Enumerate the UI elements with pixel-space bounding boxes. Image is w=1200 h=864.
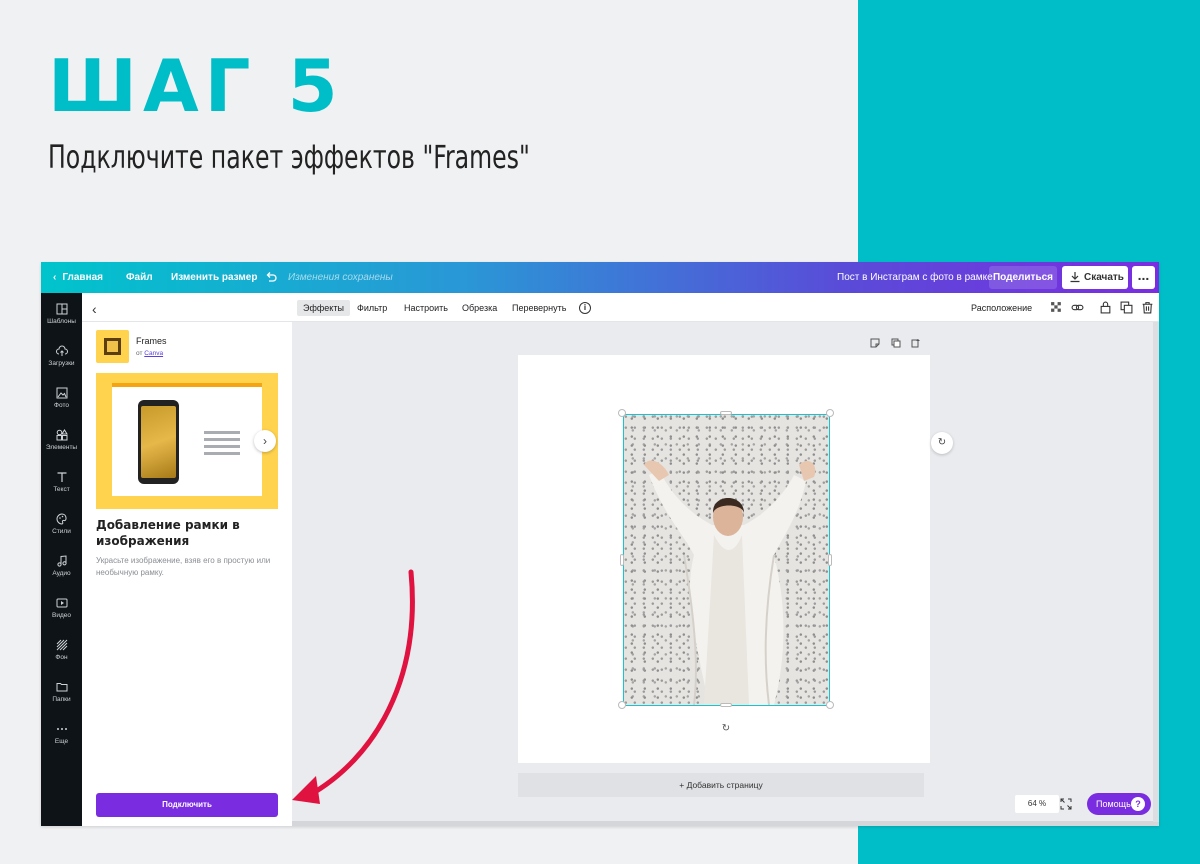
resize-handle-tl[interactable] xyxy=(618,409,626,417)
app-details-panel: ‹ Frames от Canva › Добавление рамки в и… xyxy=(82,293,292,826)
help-button[interactable]: Помощь ? xyxy=(1087,793,1151,815)
fullscreen-icon[interactable] xyxy=(1060,798,1072,810)
download-button[interactable]: Скачать xyxy=(1062,266,1128,289)
step-subtitle: Подключите пакет эффектов "Frames" xyxy=(48,138,530,176)
vertical-scrollbar[interactable] xyxy=(1153,322,1159,822)
phone-mockup xyxy=(138,400,179,484)
more-dots-icon xyxy=(56,728,67,730)
top-bar: ‹ Главная Файл Изменить размер Изменения … xyxy=(41,262,1159,293)
position-button[interactable]: Расположение xyxy=(971,300,1032,316)
question-icon: ? xyxy=(1131,797,1145,811)
panel-divider xyxy=(82,321,292,322)
background-pattern-icon xyxy=(56,639,67,651)
left-sidebar: Шаблоны Загрузки Фото Элементы Текст Сти… xyxy=(41,293,82,826)
step-title: ШАГ 5 xyxy=(48,44,344,128)
tab-effects[interactable]: Эффекты xyxy=(297,300,350,316)
tab-filter[interactable]: Фильтр xyxy=(357,300,387,316)
add-page-icon[interactable] xyxy=(911,338,921,348)
sidebar-item-photos[interactable]: Фото xyxy=(41,387,82,427)
image-toolbar: Эффекты Фильтр Настроить Обрезка Перевер… xyxy=(292,293,1159,322)
duplicate-page-icon[interactable] xyxy=(891,338,901,348)
sidebar-item-more[interactable]: Еще xyxy=(41,723,82,763)
resize-handle-bl[interactable] xyxy=(618,701,626,709)
app-preview-carousel: › xyxy=(96,373,278,509)
info-icon[interactable]: i xyxy=(579,302,591,314)
canva-editor-window: ‹ Главная Файл Изменить размер Изменения … xyxy=(41,262,1159,826)
sidebar-item-audio[interactable]: Аудио xyxy=(41,555,82,595)
back-chevron-icon[interactable]: ‹ xyxy=(92,301,97,317)
horizontal-scrollbar[interactable] xyxy=(292,821,1159,826)
zoom-level[interactable]: 64 % xyxy=(1015,795,1059,813)
add-page-button[interactable]: + Добавить страницу xyxy=(518,773,924,797)
resize-handle-top[interactable] xyxy=(720,411,732,415)
resize-menu[interactable]: Изменить размер xyxy=(171,262,257,293)
sidebar-item-styles[interactable]: Стили xyxy=(41,513,82,553)
chevron-left-icon: ‹ xyxy=(53,272,57,283)
resize-handle-bottom[interactable] xyxy=(720,703,732,707)
transparency-icon[interactable] xyxy=(1050,301,1063,314)
app-description: Украсьте изображение, взяв его в простую… xyxy=(96,556,271,577)
sidebar-item-folders[interactable]: Папки xyxy=(41,681,82,721)
page-notes-icon[interactable] xyxy=(870,338,880,348)
sidebar-item-background[interactable]: Фон xyxy=(41,639,82,679)
lock-icon[interactable] xyxy=(1099,301,1112,314)
preview-card xyxy=(112,386,262,496)
connect-button[interactable]: Подключить xyxy=(96,793,278,817)
save-status: Изменения сохранены xyxy=(288,272,393,283)
frames-app-icon xyxy=(96,330,129,363)
selected-photo[interactable] xyxy=(623,414,830,706)
red-pointer-arrow xyxy=(292,569,415,804)
shapes-icon xyxy=(56,429,68,441)
tab-flip[interactable]: Перевернуть xyxy=(512,300,566,316)
duplicate-icon[interactable] xyxy=(1120,301,1133,314)
link-icon[interactable] xyxy=(1071,301,1084,314)
sidebar-item-text[interactable]: Текст xyxy=(41,471,82,511)
design-title[interactable]: Пост в Инстаграм с фото в рамке xyxy=(837,262,993,293)
photo-icon xyxy=(56,387,67,399)
text-icon xyxy=(57,472,66,482)
refresh-suggestion-icon[interactable]: ↻ xyxy=(931,432,953,454)
share-button[interactable]: Поделиться xyxy=(989,266,1057,289)
resize-handle-tr[interactable] xyxy=(826,409,834,417)
palette-icon xyxy=(56,513,67,525)
download-icon xyxy=(1070,272,1080,283)
app-title: Добавление рамки в изображения xyxy=(96,518,240,548)
author-link[interactable]: Canva xyxy=(144,350,163,357)
resize-handle-right[interactable] xyxy=(828,554,832,566)
folder-icon xyxy=(56,683,67,692)
tab-crop[interactable]: Обрезка xyxy=(462,300,497,316)
app-name: Frames xyxy=(136,336,167,346)
video-icon xyxy=(56,598,67,608)
sidebar-item-templates[interactable]: Шаблоны xyxy=(41,303,82,343)
undo-icon[interactable] xyxy=(265,262,277,293)
trash-icon[interactable] xyxy=(1141,301,1154,314)
templates-icon xyxy=(56,303,67,315)
more-options-button[interactable]: ... xyxy=(1132,266,1155,289)
tab-adjust[interactable]: Настроить xyxy=(404,300,448,316)
resize-handle-left[interactable] xyxy=(620,554,624,566)
file-menu[interactable]: Файл xyxy=(126,262,153,293)
rotate-icon[interactable]: ↻ xyxy=(719,722,733,736)
upload-cloud-icon xyxy=(55,345,68,356)
app-author: от Canva xyxy=(136,350,164,357)
sidebar-item-uploads[interactable]: Загрузки xyxy=(41,345,82,385)
sidebar-item-elements[interactable]: Элементы xyxy=(41,429,82,469)
home-link[interactable]: ‹ Главная xyxy=(53,262,103,293)
preview-card-bar xyxy=(112,383,262,387)
sidebar-item-video[interactable]: Видео xyxy=(41,597,82,637)
resize-handle-br[interactable] xyxy=(826,701,834,709)
carousel-next-icon[interactable]: › xyxy=(254,430,276,452)
woman-in-white-dress-photo xyxy=(644,460,816,705)
music-note-icon xyxy=(56,555,67,567)
